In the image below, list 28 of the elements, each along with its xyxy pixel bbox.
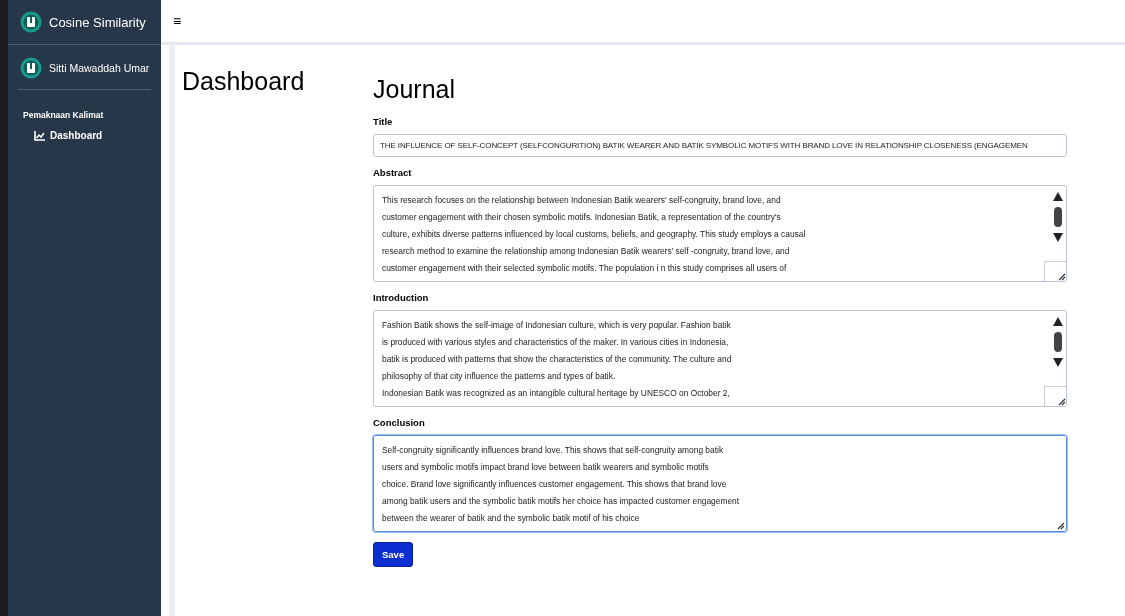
brand-name: Cosine Similarity [49, 14, 146, 30]
section-title: Journal [373, 75, 455, 104]
field-label: Title [373, 116, 393, 127]
nav-item[interactable]: Dashboard [30, 128, 107, 143]
text-area[interactable]: Self-congruity significantly influences brand love. This shows that self-congruity among batik users and symbolic motifs impact brand love between batik wearers and symbolic motifs choice. Brand love significantly influences customer engagement. This shows that brand love among batik users and the symbolic batik motifs her choice has impacted customer engagement between the wearer of batik and the symbolic batik motif of his choice [373, 435, 1067, 532]
field-label: Introduction [373, 292, 429, 303]
section-heading: Pemaknaan Kalimat [23, 110, 104, 120]
menu-button[interactable]: ≡ [173, 13, 182, 29]
resize-grip-icon[interactable] [1055, 520, 1065, 530]
field-label: Abstract [373, 167, 412, 178]
logo-icon [20, 11, 42, 33]
chart-icon [34, 130, 45, 141]
field-label: Conclusion [373, 417, 425, 428]
scrollbar-thumb[interactable] [1054, 332, 1062, 352]
scrollbar-thumb[interactable] [1054, 207, 1062, 227]
title-field[interactable]: THE INFLUENCE OF SELF-CONCEPT (SELFCONGURITION) BATIK WEARER AND BATIK SYMBOLIC MOTIFS WITH BRAND LOVE IN RELATIONSHIP CLOSENESS (ENGAGEMEN [373, 134, 1067, 157]
user-name: Sitti Mawaddah Umar [49, 62, 150, 74]
page-title: Dashboard [182, 67, 306, 96]
resize-grip-icon[interactable] [1056, 271, 1066, 281]
avatar-icon [20, 57, 42, 79]
scroll-up-icon[interactable] [1053, 317, 1063, 326]
scroll-up-icon[interactable] [1053, 192, 1063, 201]
resize-grip-icon[interactable] [1056, 396, 1066, 406]
scroll-down-icon[interactable] [1053, 233, 1063, 242]
text-area[interactable]: Fashion Batik shows the self-image of Indonesian culture, which is very popular. Fashion batik is produced with various styles and characteristics of the maker. In various cities in Indonesia, batik is produced with patterns that show the characteristics of the community. The culture and philosophy of that city influence the patterns and types of batik. Indonesian Batik was recognized as an intangible cultural heritage by UNESCO on October 2, [373, 310, 1067, 407]
save-button[interactable]: Save [373, 542, 414, 567]
text-area[interactable]: This research focuses on the relationship between Indonesian Batik wearers' self-congruity, brand love, and customer engagement with their chosen symbolic motifs. Indonesian Batik, a representation of the country's culture, exhibits diverse patterns influenced by local customs, beliefs, and geography. This study employs a causal research method to examine the relationship among Indonesian Batik wearers' self -congruity, brand love, and customer engagement with their selected symbolic motifs. The population i n this study comprises all users of [373, 185, 1067, 282]
scroll-down-icon[interactable] [1053, 358, 1063, 367]
